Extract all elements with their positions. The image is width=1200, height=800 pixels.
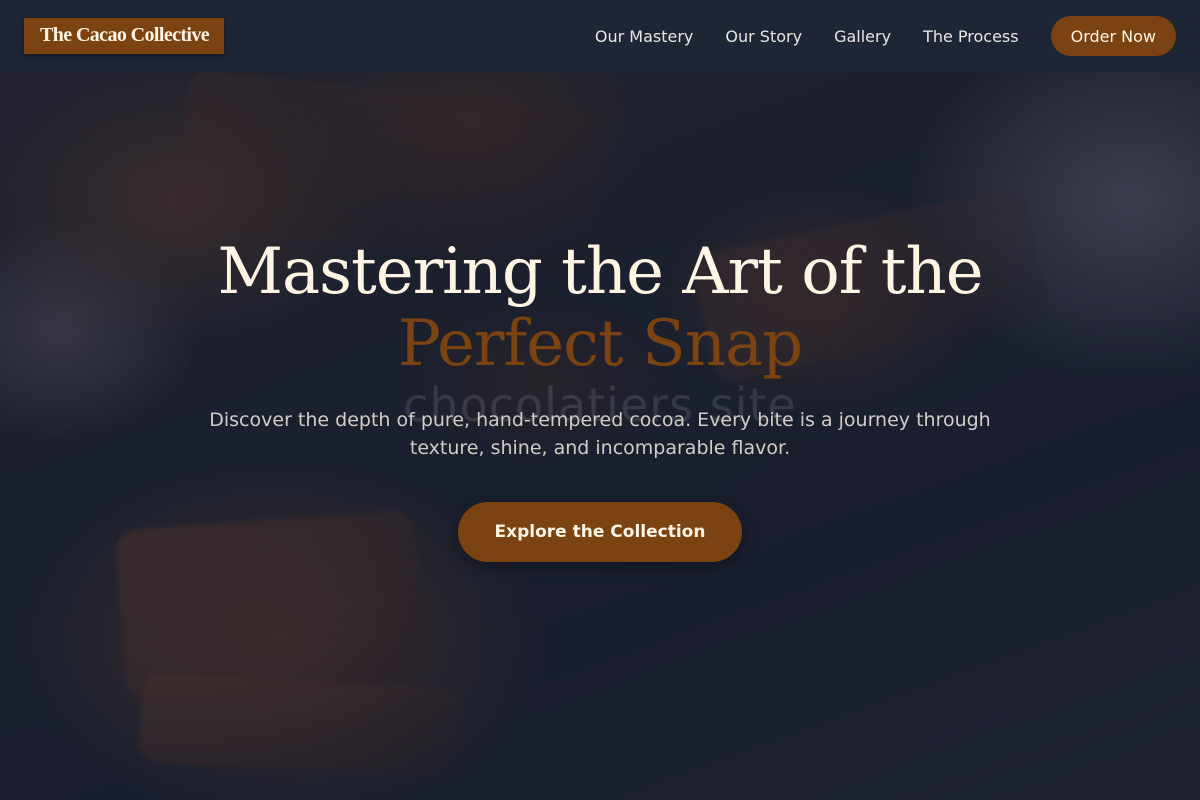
nav-link-gallery[interactable]: Gallery xyxy=(834,27,891,46)
brand-logo[interactable]: The Cacao Collective xyxy=(24,18,225,54)
hero-headline: Mastering the Art of the Perfect Snap xyxy=(0,236,1200,380)
explore-collection-button[interactable]: Explore the Collection xyxy=(458,502,742,562)
hero-section: The Cacao Collective Our Mastery Our Sto… xyxy=(0,0,1200,800)
top-navbar: The Cacao Collective Our Mastery Our Sto… xyxy=(0,0,1200,72)
order-now-button[interactable]: Order Now xyxy=(1050,16,1176,56)
headline-line-accent: Perfect Snap xyxy=(397,307,803,381)
nav-menu: Our Mastery Our Story Gallery The Proces… xyxy=(595,16,1176,56)
nav-link-the-process[interactable]: The Process xyxy=(923,27,1019,46)
hero-subtext: Discover the depth of pure, hand-tempere… xyxy=(209,409,991,459)
nav-link-our-story[interactable]: Our Story xyxy=(725,27,802,46)
nav-link-our-mastery[interactable]: Our Mastery xyxy=(595,27,694,46)
headline-line-primary: Mastering the Art of the xyxy=(217,235,983,309)
